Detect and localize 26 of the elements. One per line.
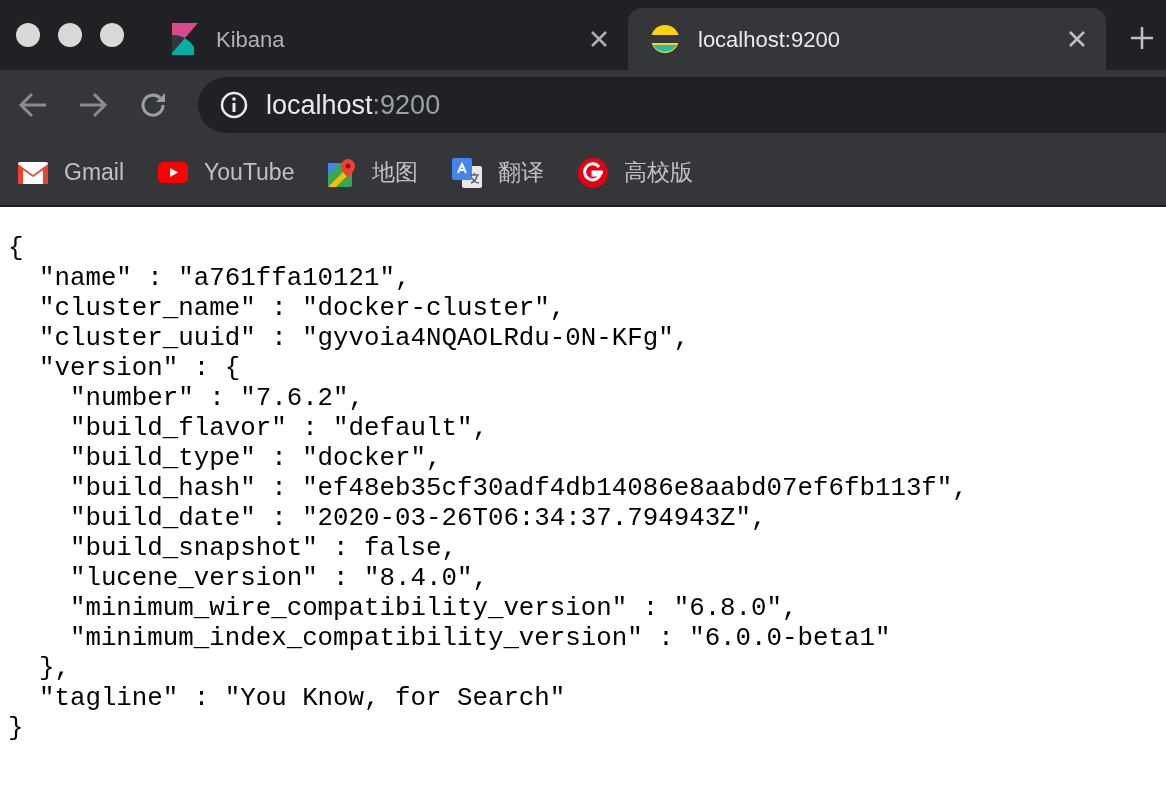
elastic-logo-icon	[650, 24, 680, 54]
close-window-control[interactable]	[16, 23, 40, 47]
info-icon	[220, 91, 248, 119]
new-tab-plus-icon[interactable]	[1130, 26, 1154, 50]
maximize-window-control[interactable]	[100, 23, 124, 47]
browser-tab[interactable]: localhost:9200	[628, 8, 1106, 70]
kibana-logo-icon	[172, 23, 198, 55]
mail-envelope-icon	[18, 161, 48, 184]
play-button-icon	[158, 162, 189, 183]
url-text: localhost:9200	[266, 88, 441, 122]
close-icon[interactable]	[1068, 30, 1086, 48]
bookmark-link[interactable]: 高校版	[578, 155, 694, 190]
forward-arrow-icon[interactable]	[78, 91, 108, 119]
bookmark-link[interactable]: Gmail	[18, 155, 125, 190]
bookmark-link[interactable]: YouTube	[158, 155, 295, 190]
back-arrow-icon[interactable]	[18, 91, 48, 119]
bookmark-link[interactable]: 翻译	[452, 155, 545, 190]
json-response-text: { "name" : "a761ffa10121", "cluster_name" : "docker-cluster", "cluster_uuid" : "gyvoia4NQAOLRdu-0N-KFg", "version" : { "number" : "7.6.2", "build_flavor" : "default", "build_type" : "docker", "build_hash" : "ef48eb35cf30adf4db14086e8aabd07ef6fb113f", "build_date" : "2020-03-26T06:34:37.794943Z", "build_snapshot" : false, "lucene_version" : "8.4.0", "minimum_wire_compatibility_version" : "6.8.0", "minimum_index_compatibility_version" : "6.0.0-beta1" }, "tagline" : "You Know, for Search" }	[7, 233, 969, 744]
address-bar[interactable]: localhost:9200	[198, 77, 1166, 133]
close-icon[interactable]	[590, 30, 608, 48]
browser-tab[interactable]: Kibana	[150, 8, 628, 70]
bookmark-link[interactable]: 地图	[328, 155, 419, 190]
map-pin-icon	[328, 158, 357, 187]
minimize-window-control[interactable]	[58, 23, 82, 47]
translate-icon	[452, 157, 483, 188]
g-logo-icon	[578, 157, 609, 188]
